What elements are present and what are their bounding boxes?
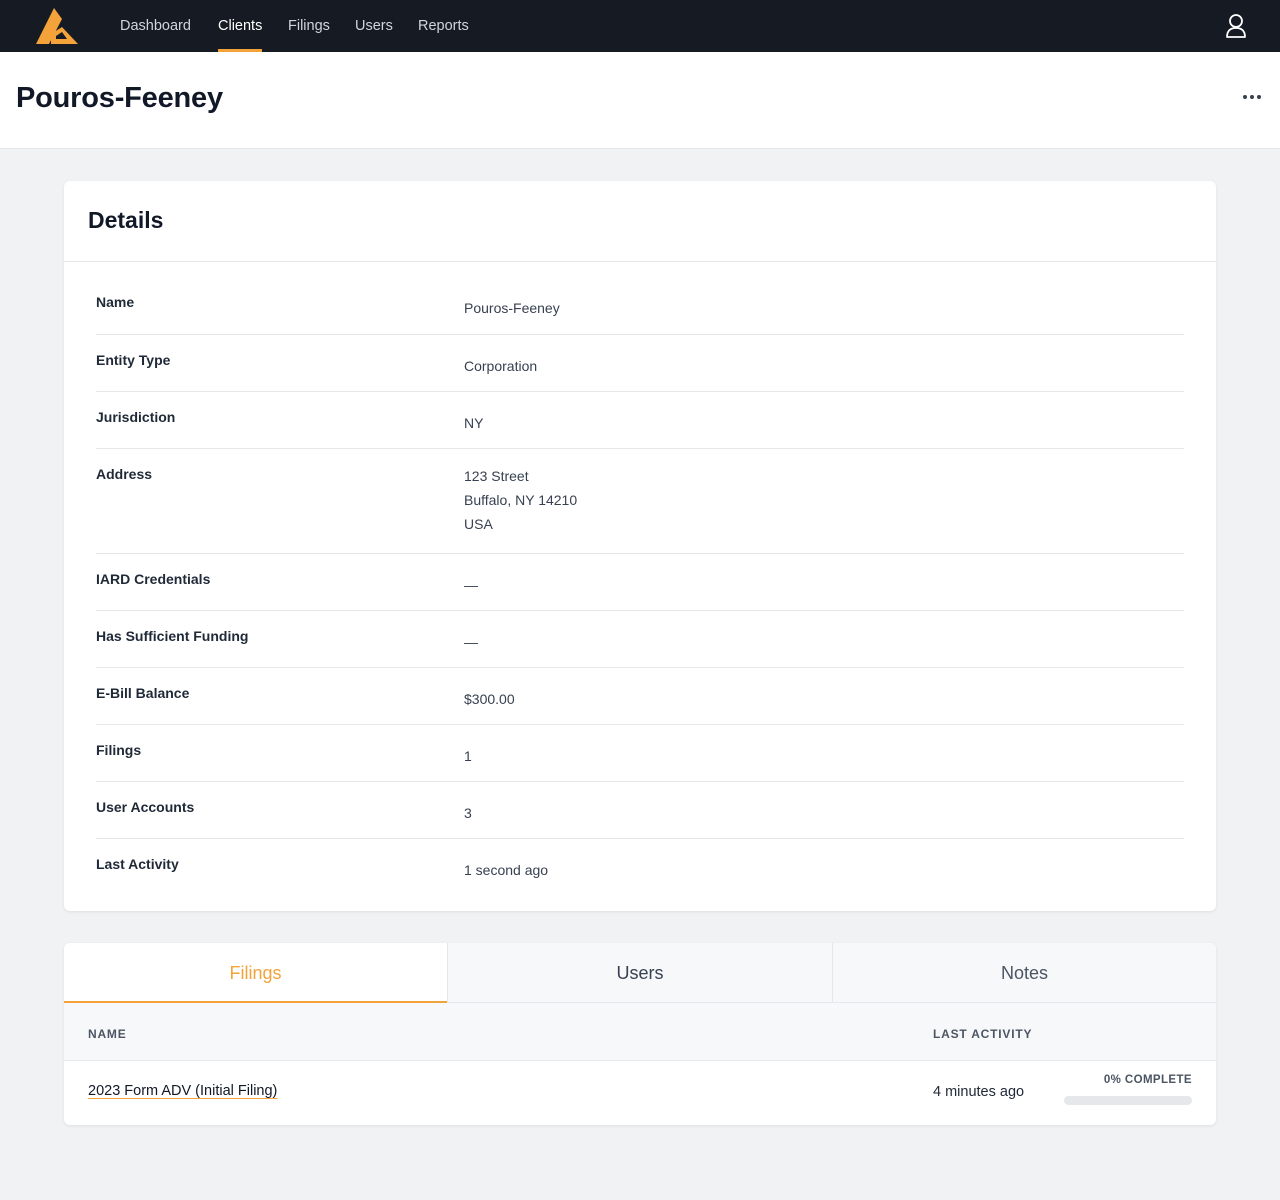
nav-item-clients[interactable]: Clients <box>218 0 263 52</box>
user-icon[interactable] <box>1225 13 1247 39</box>
detail-row-sufficient-funding: Has Sufficient Funding — <box>96 611 1184 668</box>
detail-value: NY <box>464 415 484 431</box>
table-header: NAME LAST ACTIVITY <box>64 1003 1216 1061</box>
detail-label: Has Sufficient Funding <box>96 628 249 644</box>
more-horizontal-icon[interactable] <box>1240 90 1264 104</box>
detail-value: — <box>464 634 478 650</box>
tab-filings[interactable]: Filings <box>64 943 447 1003</box>
detail-row-user-accounts: User Accounts 3 <box>96 782 1184 839</box>
details-card: Details Name Pouros-Feeney Entity Type C… <box>64 181 1216 911</box>
detail-label: Address <box>96 466 153 482</box>
last-activity-cell: 4 minutes ago <box>933 1084 1025 1100</box>
detail-label: Name <box>96 294 135 310</box>
progress-bar <box>1064 1096 1192 1105</box>
logo-icon[interactable] <box>36 8 78 44</box>
detail-value: 1 <box>464 748 472 764</box>
detail-label: Entity Type <box>96 352 171 368</box>
detail-value: — <box>464 577 478 593</box>
filing-link[interactable]: 2023 Form ADV (Initial Filing) <box>88 1083 277 1099</box>
column-header-last-activity[interactable]: LAST ACTIVITY <box>933 1027 1032 1041</box>
detail-row-filings: Filings 1 <box>96 725 1184 782</box>
detail-value: 3 <box>464 805 472 821</box>
progress-label: 0% COMPLETE <box>1103 1074 1192 1086</box>
detail-value: Pouros-Feeney <box>464 300 560 316</box>
detail-row-iard-credentials: IARD Credentials — <box>96 554 1184 611</box>
page-title: Pouros-Feeney <box>16 82 223 114</box>
address-line: Buffalo, NY 14210 <box>464 492 578 508</box>
detail-row-entity-type: Entity Type Corporation <box>96 335 1184 392</box>
detail-row-ebill-balance: E-Bill Balance $300.00 <box>96 668 1184 725</box>
detail-row-last-activity: Last Activity 1 second ago <box>96 839 1184 896</box>
detail-label: Last Activity <box>96 856 179 872</box>
detail-label: E-Bill Balance <box>96 685 190 701</box>
tab-users[interactable]: Users <box>448 943 832 1003</box>
detail-label: User Accounts <box>96 799 195 815</box>
related-records-card: Filings Users Notes NAME LAST ACTIVITY 2… <box>64 943 1216 1125</box>
tab-notes[interactable]: Notes <box>833 943 1216 1003</box>
detail-row-jurisdiction: Jurisdiction NY <box>96 392 1184 449</box>
nav-item-filings[interactable]: Filings <box>288 0 330 52</box>
address-line: USA <box>464 516 493 532</box>
page-header: Pouros-Feeney <box>0 52 1280 149</box>
details-title: Details <box>88 207 164 233</box>
detail-value: $300.00 <box>464 691 515 707</box>
address-value: 123 Street Buffalo, NY 14210 USA <box>464 464 577 536</box>
column-header-name[interactable]: NAME <box>88 1027 127 1041</box>
detail-value: Corporation <box>464 358 538 374</box>
nav-item-users[interactable]: Users <box>355 0 393 52</box>
nav-item-dashboard[interactable]: Dashboard <box>120 0 191 52</box>
address-line: 123 Street <box>464 468 529 484</box>
detail-row-address: Address 123 Street Buffalo, NY 14210 USA <box>96 449 1184 554</box>
table-row[interactable]: 2023 Form ADV (Initial Filing) 4 minutes… <box>64 1061 1216 1125</box>
detail-row-name: Name Pouros-Feeney <box>96 277 1184 335</box>
nav-item-reports[interactable]: Reports <box>418 0 469 52</box>
detail-label: Filings <box>96 742 142 758</box>
divider <box>64 261 1216 262</box>
top-navigation: Dashboard Clients Filings Users Reports <box>0 0 1280 52</box>
detail-label: IARD Credentials <box>96 571 211 587</box>
detail-label: Jurisdiction <box>96 409 176 425</box>
detail-value: 1 second ago <box>464 862 549 878</box>
